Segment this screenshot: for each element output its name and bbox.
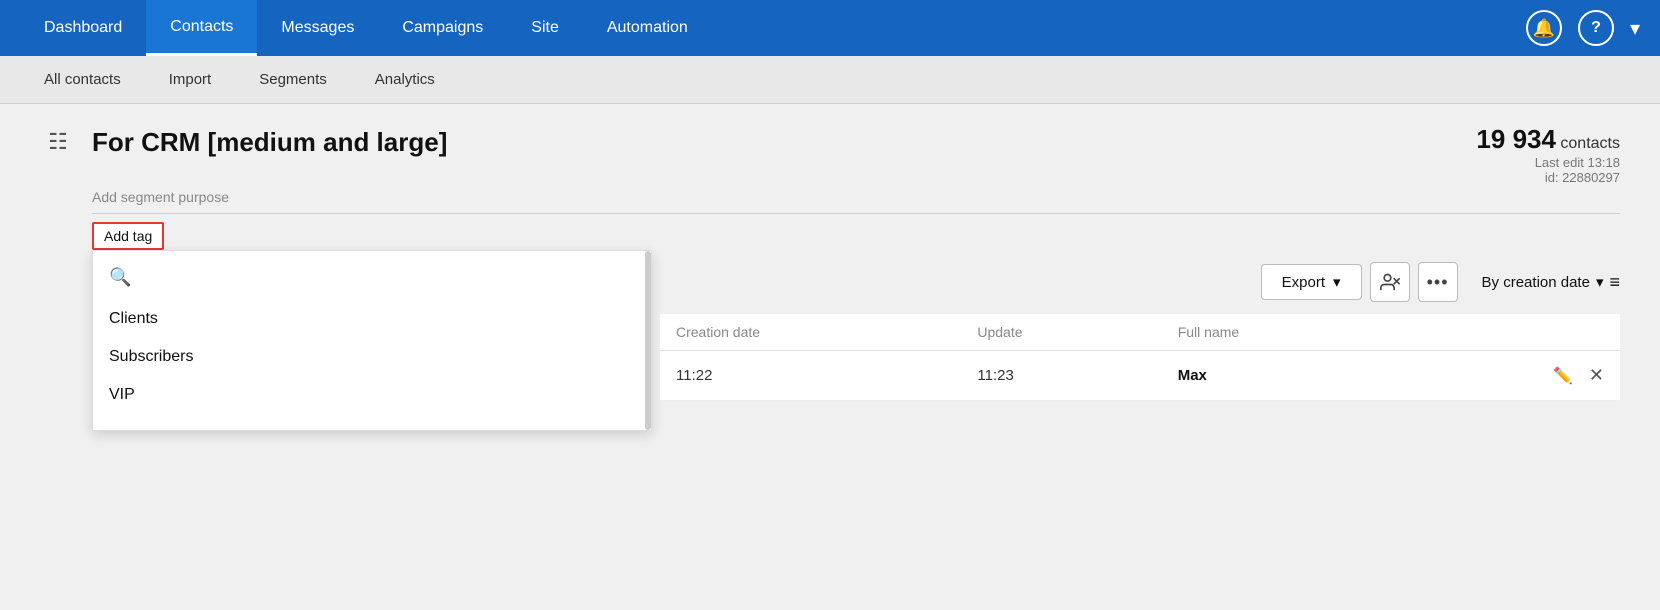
segment-title-area: ☷ For CRM [medium and large] bbox=[40, 124, 447, 160]
nav-right-icons: 🔔 ? ▾ bbox=[1526, 10, 1640, 46]
toolbar-row: Export ▾ ••• By creation date bbox=[660, 250, 1620, 314]
nav-item-automation[interactable]: Automation bbox=[583, 0, 712, 56]
cell-update: 11:23 bbox=[961, 351, 1161, 401]
sort-chevron-icon: ▾ bbox=[1596, 273, 1604, 291]
subnav-all-contacts[interactable]: All contacts bbox=[40, 56, 125, 104]
help-icon[interactable]: ? bbox=[1578, 10, 1614, 46]
export-chevron-icon: ▾ bbox=[1333, 273, 1341, 291]
col-creation-date: Creation date bbox=[660, 314, 961, 351]
tag-item-clients[interactable]: Clients bbox=[93, 300, 651, 338]
segment-header: ☷ For CRM [medium and large] 19 934 cont… bbox=[40, 124, 1620, 185]
contacts-table: Creation date Update Full name 11:22 11:… bbox=[660, 314, 1620, 401]
export-label: Export bbox=[1282, 274, 1325, 291]
dropdown-scrollbar[interactable] bbox=[645, 251, 651, 430]
tag-search-area: 🔍 bbox=[93, 267, 651, 300]
segment-title: For CRM [medium and large] bbox=[92, 127, 447, 158]
account-chevron-icon[interactable]: ▾ bbox=[1630, 16, 1640, 41]
separator bbox=[92, 213, 1620, 214]
col-actions bbox=[1404, 314, 1620, 351]
col-full-name: Full name bbox=[1162, 314, 1405, 351]
tag-dropdown: 🔍 Clients Subscribers VIP bbox=[92, 250, 652, 431]
table-row: 11:22 11:23 Max ✏️ ✕ bbox=[660, 351, 1620, 401]
sort-lines-icon: ≡ bbox=[1609, 272, 1620, 293]
bell-icon[interactable]: 🔔 bbox=[1526, 10, 1562, 46]
ellipsis-icon: ••• bbox=[1427, 272, 1449, 293]
sort-area[interactable]: By creation date ▾ ≡ bbox=[1482, 272, 1620, 293]
delete-icon[interactable]: ✕ bbox=[1589, 365, 1604, 386]
content-lower: 🔍 Clients Subscribers VIP Export ▾ bbox=[40, 250, 1620, 590]
contacts-label: contacts bbox=[1560, 135, 1620, 152]
subnav-segments[interactable]: Segments bbox=[255, 56, 331, 104]
nav-item-site[interactable]: Site bbox=[507, 0, 583, 56]
nav-item-messages[interactable]: Messages bbox=[257, 0, 378, 56]
tag-search-input[interactable] bbox=[139, 269, 635, 286]
add-purpose[interactable]: Add segment purpose bbox=[92, 189, 229, 205]
search-icon: 🔍 bbox=[109, 267, 131, 288]
tag-item-vip[interactable]: VIP bbox=[93, 376, 651, 414]
tag-item-subscribers[interactable]: Subscribers bbox=[93, 338, 651, 376]
remove-contacts-button[interactable] bbox=[1370, 262, 1410, 302]
col-update: Update bbox=[961, 314, 1161, 351]
top-navigation: Dashboard Contacts Messages Campaigns Si… bbox=[0, 0, 1660, 56]
people-remove-icon bbox=[1380, 272, 1400, 292]
cell-creation-date: 11:22 bbox=[660, 351, 961, 401]
nav-items: Dashboard Contacts Messages Campaigns Si… bbox=[20, 0, 1526, 56]
cell-full-name: Max bbox=[1162, 351, 1405, 401]
edit-icon[interactable]: ✏️ bbox=[1553, 366, 1573, 386]
cell-actions: ✏️ ✕ bbox=[1404, 351, 1620, 401]
row-actions: ✏️ ✕ bbox=[1420, 365, 1604, 386]
grid-icon[interactable]: ☷ bbox=[40, 124, 76, 160]
segment-sub-info: Add segment purpose bbox=[92, 189, 1620, 205]
sort-label: By creation date bbox=[1482, 274, 1590, 291]
subnav-import[interactable]: Import bbox=[165, 56, 216, 104]
add-tag-button[interactable]: Add tag bbox=[92, 222, 164, 250]
nav-item-dashboard[interactable]: Dashboard bbox=[20, 0, 146, 56]
subnav-analytics[interactable]: Analytics bbox=[371, 56, 439, 104]
nav-item-contacts[interactable]: Contacts bbox=[146, 0, 257, 56]
segment-count-area: 19 934 contacts Last edit 13:18 id: 2288… bbox=[1476, 124, 1620, 185]
tag-row: Add tag bbox=[92, 222, 1620, 250]
more-options-button[interactable]: ••• bbox=[1418, 262, 1458, 302]
last-edit: Last edit 13:18 bbox=[1476, 155, 1620, 170]
contact-count-number: 19 934 bbox=[1476, 124, 1556, 154]
main-content: ☷ For CRM [medium and large] 19 934 cont… bbox=[0, 104, 1660, 610]
segment-id: id: 22880297 bbox=[1476, 170, 1620, 185]
sub-navigation: All contacts Import Segments Analytics bbox=[0, 56, 1660, 104]
contact-count: 19 934 contacts bbox=[1476, 124, 1620, 155]
table-area: Export ▾ ••• By creation date bbox=[660, 250, 1620, 401]
nav-item-campaigns[interactable]: Campaigns bbox=[378, 0, 507, 56]
export-button[interactable]: Export ▾ bbox=[1261, 264, 1362, 300]
table-header-row: Creation date Update Full name bbox=[660, 314, 1620, 351]
